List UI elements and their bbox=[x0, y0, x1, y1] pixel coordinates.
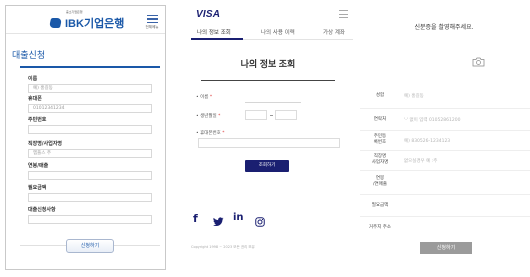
loan-form: 이름 예) 홍길동 휴대폰 01012341234 주민번호 직장명/사업자명 … bbox=[20, 66, 160, 246]
phone-label: 휴대폰 bbox=[28, 96, 42, 102]
amount-field-group: 필요금액 bbox=[28, 185, 152, 202]
loan-details-label: 대출신청사항 bbox=[28, 207, 56, 213]
table-row: 필요금액 bbox=[360, 194, 530, 216]
resident-number-input[interactable]: 예) 830526-1234123 bbox=[404, 138, 450, 144]
salary-field-group: 연봉/매출 bbox=[28, 163, 152, 180]
name-label: 이름 bbox=[28, 76, 38, 82]
resident-number-label: 주민번호 bbox=[28, 117, 47, 123]
salary-label: 연봉/매출 bbox=[28, 163, 49, 169]
company-field-group: 직장명/사업자명 엠플스 주 bbox=[28, 141, 152, 158]
capture-instruction: 신분증을 촬영해주세요. bbox=[414, 24, 474, 31]
table-row: 주민등 록번호 예) 830526-1234123 bbox=[360, 130, 530, 150]
table-row: 연봉 /연매출 bbox=[360, 170, 530, 194]
amount-input[interactable] bbox=[28, 193, 152, 202]
ibk-header: 중소기업은행 IBK기업은행 전체메뉴 bbox=[6, 6, 165, 34]
amount-label: 필요금액 bbox=[371, 203, 389, 208]
phone-input[interactable]: 01012341234 bbox=[28, 104, 152, 113]
ibk-loan-panel: 중소기업은행 IBK기업은행 전체메뉴 대출신청 이름 예) 홍길동 휴대폰 0… bbox=[5, 5, 166, 270]
table-row: 직장명 사업자명 없으실경우 예 :주 bbox=[360, 150, 530, 170]
active-tab-indicator bbox=[191, 38, 243, 40]
linkedin-icon[interactable]: in bbox=[233, 212, 244, 223]
tab-my-info[interactable]: 나의 정보 조회 bbox=[197, 28, 231, 36]
contact-label: 연락처 bbox=[373, 117, 387, 122]
ibk-menu-label: 전체메뉴 bbox=[145, 25, 159, 30]
birth-date-input[interactable] bbox=[275, 110, 297, 120]
tab-virtual-account[interactable]: 가상 계좌 bbox=[323, 28, 345, 36]
loan-details-field-group: 대출신청사항 bbox=[28, 207, 152, 224]
name-label: 성함 bbox=[375, 93, 385, 98]
salary-label: 연봉 /연매출 bbox=[373, 176, 387, 187]
name-label: • 이름 * bbox=[196, 95, 213, 100]
name-input[interactable]: 예) 홍길동 bbox=[28, 84, 152, 93]
phone-input[interactable] bbox=[198, 138, 340, 148]
resident-number-input[interactable] bbox=[28, 125, 152, 134]
address-label: 거주지 주소 bbox=[368, 225, 392, 230]
table-row: 거주지 주소 bbox=[360, 216, 530, 236]
visa-panel: VISA 나의 정보 조회 나의 사용 이력 가상 계좌 나의 정보 조회 • … bbox=[183, 0, 353, 277]
company-input[interactable]: 엠플스 주 bbox=[28, 149, 152, 158]
birth-separator bbox=[270, 115, 273, 116]
id-card-panel: 신분증을 촬영해주세요. 성함 예) 홍길동 연락처 '-' 없이 입력 010… bbox=[358, 0, 530, 277]
company-label: 직장명 사업자명 bbox=[371, 154, 389, 165]
phone-field-group: 휴대폰 01012341234 bbox=[28, 96, 152, 113]
amount-label: 필요금액 bbox=[28, 185, 47, 191]
heading-divider bbox=[201, 80, 335, 81]
ibk-logo[interactable]: 중소기업은행 IBK기업은행 bbox=[48, 10, 125, 30]
company-input[interactable]: 없으실경우 예 :주 bbox=[404, 158, 437, 164]
resident-number-field-group: 주민번호 bbox=[28, 117, 152, 134]
contact-input[interactable]: '-' 없이 입력 01052861200 bbox=[404, 117, 460, 123]
tab-usage-history[interactable]: 나의 사용 이력 bbox=[261, 28, 295, 36]
name-input[interactable] bbox=[245, 102, 301, 103]
ibk-logo-subtitle: 중소기업은행 bbox=[66, 10, 83, 14]
hamburger-icon bbox=[145, 15, 159, 24]
visa-logo[interactable]: VISA bbox=[196, 9, 220, 20]
page-title: 나의 정보 조회 bbox=[240, 59, 296, 69]
birthdate-label: • 생년월일 * bbox=[196, 114, 221, 119]
twitter-icon[interactable] bbox=[213, 212, 224, 231]
hamburger-icon[interactable] bbox=[339, 10, 348, 21]
facebook-icon[interactable]: f bbox=[193, 212, 198, 225]
camera-icon[interactable] bbox=[472, 52, 485, 67]
copyright-text: Copyright 1998 ~ 2023 모든 권리 보유 bbox=[191, 245, 255, 249]
instagram-icon[interactable] bbox=[255, 212, 265, 231]
ibk-logo-text: IBK기업은행 bbox=[65, 18, 125, 30]
birth-year-input[interactable] bbox=[245, 110, 267, 120]
company-label: 직장명/사업자명 bbox=[28, 141, 63, 147]
resident-number-label: 주민등 록번호 bbox=[373, 134, 387, 145]
apply-button[interactable]: 신청하기 bbox=[420, 242, 472, 254]
ibk-logo-icon bbox=[48, 18, 63, 28]
ibk-menu-button[interactable]: 전체메뉴 bbox=[145, 15, 159, 30]
lookup-button[interactable]: 조회하기 bbox=[245, 160, 289, 172]
apply-button[interactable]: 신청하기 bbox=[66, 239, 114, 253]
salary-input[interactable] bbox=[28, 171, 152, 180]
table-row: 연락처 '-' 없이 입력 01052861200 bbox=[360, 108, 530, 130]
table-row: 성함 예) 홍길동 bbox=[360, 84, 530, 108]
loan-details-input[interactable] bbox=[28, 215, 152, 224]
phone-label: • 휴대폰번호 * bbox=[196, 131, 225, 136]
name-field-group: 이름 예) 홍길동 bbox=[28, 76, 152, 93]
name-input[interactable]: 예) 홍길동 bbox=[404, 93, 424, 99]
page-title: 대출신청 bbox=[12, 50, 46, 60]
